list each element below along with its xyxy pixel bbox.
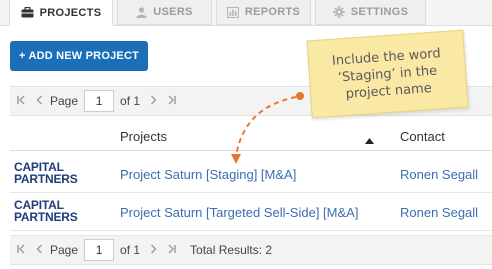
previous-page-icon[interactable] — [34, 243, 44, 257]
first-page-icon[interactable] — [16, 243, 26, 257]
page-label: Page — [50, 243, 79, 257]
page-count: of 1 — [120, 94, 141, 108]
sort-ascending-icon[interactable] — [365, 132, 374, 147]
company-logo-line: PARTNERS — [14, 210, 78, 224]
gear-icon — [333, 6, 345, 18]
user-icon — [136, 6, 147, 18]
briefcase-icon — [21, 7, 34, 18]
total-results: Total Results: 2 — [190, 243, 273, 257]
add-new-project-button[interactable]: + ADD NEW PROJECT — [10, 41, 148, 71]
tab-label: REPORTS — [244, 6, 301, 18]
pager-bottom: Page of 1 Total Results: 2 — [10, 235, 492, 265]
company-logo: CAPITAL PARTNERS — [14, 161, 94, 185]
project-link[interactable]: Project Saturn [Staging] [M&A] — [120, 167, 296, 182]
contact-link[interactable]: Ronen Segall — [400, 205, 478, 220]
contact-link[interactable]: Ronen Segall — [400, 167, 478, 182]
table-row: CAPITAL PARTNERS Project Saturn [Targete… — [10, 196, 492, 231]
table-row: CAPITAL PARTNERS Project Saturn [Staging… — [10, 158, 492, 193]
page-count: of 1 — [120, 243, 141, 257]
tab-label: SETTINGS — [350, 6, 409, 18]
tab-settings[interactable]: SETTINGS — [315, 0, 426, 25]
tooltip-callout: Include the word ‘Staging’ in the projec… — [306, 29, 469, 119]
tab-label: PROJECTS — [39, 6, 102, 19]
next-page-icon[interactable] — [148, 243, 158, 257]
contact-column-header[interactable]: Contact — [400, 129, 445, 144]
company-logo: CAPITAL PARTNERS — [14, 199, 94, 223]
project-link[interactable]: Project Saturn [Targeted Sell-Side] [M&A… — [120, 205, 358, 220]
table-header: Projects Contact — [10, 123, 492, 151]
page-number-input[interactable] — [84, 90, 115, 112]
tab-bar: PROJECTS USERS REPORTS SETTINGS — [0, 0, 492, 26]
tab-projects[interactable]: PROJECTS — [9, 0, 113, 26]
tab-users[interactable]: USERS — [117, 0, 212, 25]
page-number-input[interactable] — [84, 239, 115, 261]
page-label: Page — [50, 94, 79, 108]
first-page-icon[interactable] — [16, 94, 26, 108]
tab-reports[interactable]: REPORTS — [216, 0, 311, 25]
projects-column-header[interactable]: Projects — [120, 129, 167, 144]
last-page-icon[interactable] — [166, 243, 176, 257]
next-page-icon[interactable] — [148, 94, 158, 108]
tab-label: USERS — [153, 6, 193, 18]
callout-text: Include the word ‘Staging’ in the projec… — [331, 45, 443, 103]
last-page-icon[interactable] — [166, 94, 176, 108]
bar-chart-icon — [226, 6, 239, 18]
previous-page-icon[interactable] — [34, 94, 44, 108]
company-logo-line: PARTNERS — [14, 172, 78, 186]
